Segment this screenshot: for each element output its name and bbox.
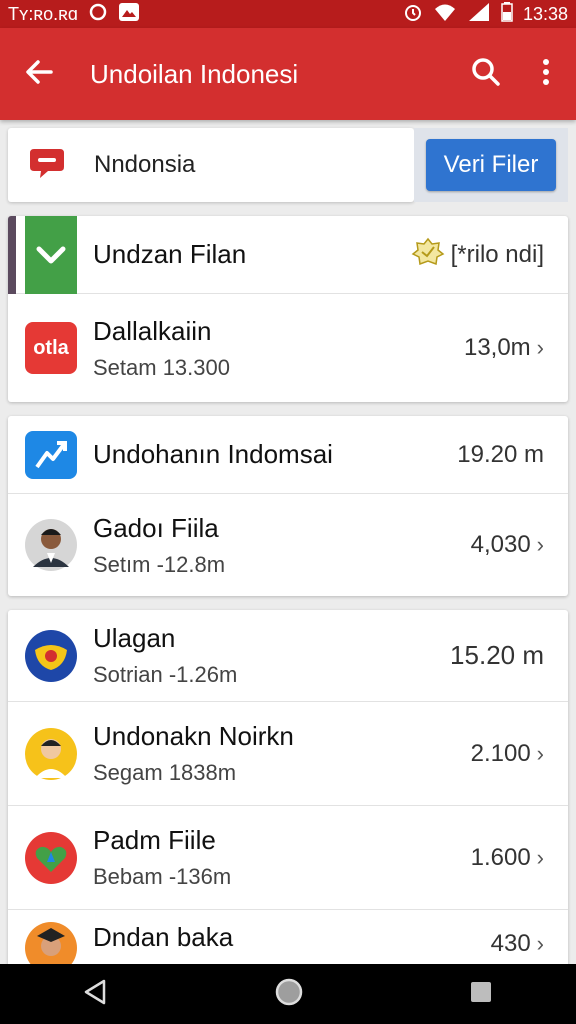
list-card-3: Ulagan Sotrian -1.26m 15.20 m Undonakn N… [8, 610, 568, 970]
trend-chart-icon [25, 430, 77, 479]
home-nav-icon[interactable] [274, 977, 304, 1012]
list-item[interactable]: Undohanın Indomsai 19.20 m [8, 416, 568, 494]
chat-bubble-icon [28, 147, 66, 184]
list-item[interactable]: Undzan Filan [*rilo ndi] [8, 216, 568, 294]
item-subtitle: Setam 13.300 [93, 354, 230, 380]
app-bar: Undoilan Indonesi [0, 28, 576, 120]
list-card-1: Undzan Filan [*rilo ndi] otla Dallalkaii… [8, 216, 568, 402]
item-value: 4,030 [470, 531, 531, 558]
search-button[interactable] [456, 28, 516, 120]
chevron-right-icon: › [536, 740, 544, 766]
back-button[interactable] [0, 28, 78, 120]
search-icon [471, 57, 501, 92]
status-bar: Tʏ:ʀᴏ.ʀɑ 13:38 [0, 0, 576, 28]
circle-icon [88, 2, 108, 27]
gallery-icon [118, 2, 140, 27]
heart-logo-icon [25, 831, 77, 884]
badge-icon [411, 237, 445, 272]
status-time: 13:38 [522, 3, 568, 24]
accent-strip [8, 216, 16, 294]
back-arrow-icon [24, 57, 54, 92]
item-name: Undonakn Noirkn [93, 721, 294, 751]
search-input-value: Nndonsia [94, 151, 196, 178]
signal-icon [467, 2, 491, 27]
list-item[interactable]: Undonakn Noirkn Segam 1838m 2.100 › [8, 702, 568, 806]
chevron-right-icon: › [536, 532, 544, 557]
status-carrier-text: Tʏ:ʀᴏ.ʀɑ [8, 3, 78, 24]
list-item[interactable]: Gadoı Fiila Setım -12.8m 4,030 › [8, 494, 568, 596]
more-vert-icon [541, 57, 551, 92]
item-value: 430 [490, 930, 531, 957]
item-name: Gadoı Fiila [93, 512, 219, 543]
item-name: Undzan Filan [93, 239, 247, 269]
app-title: Undoilan Indonesi [90, 58, 299, 89]
item-subtitle: Segam 1838m [93, 760, 237, 785]
check-icon [25, 216, 77, 294]
item-value: 13,0m [463, 334, 531, 361]
chevron-right-icon: › [536, 931, 544, 956]
avatar [25, 922, 77, 970]
overflow-menu-button[interactable] [516, 28, 576, 120]
search-input[interactable]: Nndonsia [8, 128, 414, 202]
item-value: [*rilo ndi] [450, 240, 544, 268]
back-nav-icon[interactable] [82, 978, 110, 1011]
list-item[interactable]: Dndan baka 430 › [8, 910, 568, 970]
avatar [25, 727, 77, 780]
alarm-icon [403, 2, 423, 27]
filter-button[interactable]: Veri Filer [426, 139, 556, 191]
avatar [25, 519, 77, 571]
item-value: 19.20 m [457, 440, 544, 468]
app-logo-icon: otla [25, 322, 77, 374]
item-value: 2.100 [470, 739, 531, 767]
item-name: Dallalkaiin [93, 315, 212, 346]
item-name: Padm Fiile [93, 825, 216, 855]
item-name: Undohanın Indomsai [93, 439, 333, 469]
item-name: Ulagan [93, 623, 176, 653]
battery-icon [501, 1, 513, 27]
item-subtitle: Setım -12.8m [93, 551, 226, 577]
item-value: 15.20 m [450, 640, 544, 670]
chevron-right-icon: › [536, 844, 544, 870]
search-row: Nndonsia Veri Filer [8, 128, 568, 202]
item-subtitle: Sotrian -1.26m [93, 662, 238, 687]
list-item[interactable]: Ulagan Sotrian -1.26m 15.20 m [8, 610, 568, 702]
recents-nav-icon[interactable] [468, 979, 494, 1010]
filter-area: Veri Filer [414, 128, 568, 202]
emblem-icon [25, 629, 77, 682]
chevron-right-icon: › [536, 335, 544, 360]
wifi-icon [433, 2, 457, 27]
item-value: 1.600 [470, 843, 531, 871]
item-subtitle: Bebam -136m [93, 864, 232, 889]
system-nav-bar [0, 964, 576, 1024]
list-item[interactable]: Padm Fiile Bebam -136m 1.600 › [8, 806, 568, 910]
item-name: Dndan baka [93, 922, 234, 952]
list-card-2: Undohanın Indomsai 19.20 m Gadoı Fiila S… [8, 416, 568, 596]
list-item[interactable]: otla Dallalkaiin Setam 13.300 13,0m › [8, 294, 568, 402]
app-logo-text: otla [33, 336, 69, 359]
